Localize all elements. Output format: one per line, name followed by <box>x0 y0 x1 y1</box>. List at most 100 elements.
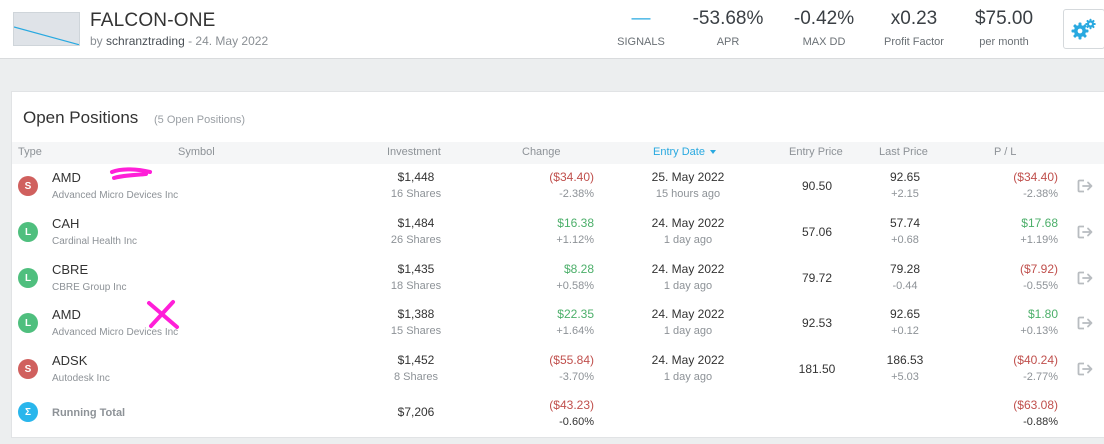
position-symbol[interactable]: ADSK <box>52 353 87 368</box>
stat-apr-value: -53.68% <box>692 8 764 29</box>
stat-signals-label: SIGNALS <box>617 36 665 48</box>
position-entry-ago: 15 hours ago <box>655 188 721 200</box>
close-position-icon[interactable] <box>1077 316 1095 330</box>
table-header: Type Symbol Investment Change Entry Date… <box>12 142 1104 164</box>
position-symbol[interactable]: AMD <box>52 170 81 185</box>
col-last-price[interactable]: Last Price <box>879 146 928 158</box>
position-pl: $17.68 <box>1021 216 1058 230</box>
position-company: Advanced Micro Devices Inc <box>52 190 179 201</box>
strategy-header: FALCON-ONE by schranztrading - 24. May 2… <box>0 0 1104 59</box>
position-last-price: 186.53 <box>886 353 924 367</box>
byline: by schranztrading - 24. May 2022 <box>90 34 268 48</box>
position-entry-ago: 1 day ago <box>663 325 713 337</box>
position-entry-price: 79.72 <box>801 271 833 285</box>
stat-max-dd: -0.42% MAX DD <box>786 8 862 48</box>
position-change-pct: +1.64% <box>556 325 594 337</box>
position-change: ($55.84) <box>549 353 594 367</box>
position-row[interactable]: L AMD Advanced Micro Devices Inc $1,388 15 S… <box>12 307 1104 353</box>
position-company: Cardinal Health Inc <box>52 236 138 247</box>
position-company: Advanced Micro Devices Inc <box>52 327 179 338</box>
stat-max-dd-label: MAX DD <box>802 36 846 48</box>
settings-button[interactable] <box>1063 9 1104 49</box>
col-type[interactable]: Type <box>18 146 42 158</box>
position-pl-pct: -0.55% <box>1023 280 1058 292</box>
position-entry-date: 24. May 2022 <box>651 307 725 321</box>
stat-profit-factor-value: x0.23 <box>890 8 938 29</box>
col-investment[interactable]: Investment <box>387 146 441 158</box>
position-last-price: 92.65 <box>889 307 921 321</box>
position-entry-ago: 1 day ago <box>663 371 713 383</box>
close-position-icon[interactable] <box>1077 179 1095 193</box>
position-entry-ago: 1 day ago <box>663 234 713 246</box>
close-position-icon[interactable] <box>1077 362 1095 376</box>
col-entry-price[interactable]: Entry Price <box>789 146 843 158</box>
panel-title: Open Positions <box>23 108 139 127</box>
position-type-badge: L <box>18 222 38 242</box>
position-last-price: 57.74 <box>889 216 921 230</box>
position-shares: 26 Shares <box>390 234 442 246</box>
col-entry-date-label: Entry Date <box>653 146 705 158</box>
position-investment: $1,448 <box>397 170 435 184</box>
position-investment: $1,388 <box>397 307 435 321</box>
position-last-delta: +0.12 <box>891 325 919 337</box>
position-pl: ($40.24) <box>1013 353 1058 367</box>
position-pl: $1.80 <box>1027 307 1058 321</box>
position-pl: ($34.40) <box>1013 170 1058 184</box>
position-entry-price: 57.06 <box>801 225 833 239</box>
position-entry-date: 24. May 2022 <box>651 353 725 367</box>
position-type-badge: L <box>18 313 38 333</box>
position-entry-date: 24. May 2022 <box>651 216 725 230</box>
position-change-pct: -3.70% <box>559 371 594 383</box>
position-type-badge: L <box>18 268 38 288</box>
position-entry-ago: 1 day ago <box>663 280 713 292</box>
position-last-price: 79.28 <box>889 262 921 276</box>
stat-max-dd-value: -0.42% <box>793 8 855 29</box>
position-symbol[interactable]: CBRE <box>52 262 88 277</box>
gears-icon <box>1071 18 1096 40</box>
position-symbol[interactable]: AMD <box>52 307 81 322</box>
position-pl-pct: -2.77% <box>1023 371 1058 383</box>
col-entry-date[interactable]: Entry Date <box>653 146 717 158</box>
position-investment: $1,435 <box>397 262 435 276</box>
position-pl-pct: +0.13% <box>1020 325 1058 337</box>
stat-price: $75.00 per month <box>966 8 1042 48</box>
position-change-pct: +1.12% <box>556 234 594 246</box>
close-position-icon[interactable] <box>1077 271 1095 285</box>
col-change[interactable]: Change <box>522 146 561 158</box>
strategy-title: FALCON-ONE <box>90 10 216 31</box>
stat-price-label: per month <box>979 36 1029 48</box>
position-type-badge: S <box>18 176 38 196</box>
position-row[interactable]: S ADSK Autodesk Inc $1,452 8 Shares ($55.84) -… <box>12 353 1104 399</box>
col-pl[interactable]: P / L <box>994 146 1016 158</box>
position-pl-pct: +1.19% <box>1020 234 1058 246</box>
by-prefix: by <box>90 34 103 48</box>
position-row[interactable]: L CBRE CBRE Group Inc $1,435 18 Shares $8.28 +… <box>12 262 1104 308</box>
position-row[interactable]: L CAH Cardinal Health Inc $1,484 26 Shares $1… <box>12 216 1104 262</box>
position-change: $22.35 <box>557 307 594 321</box>
position-entry-price: 92.53 <box>801 316 833 330</box>
sort-desc-icon <box>710 150 717 155</box>
stat-signals-value: — <box>631 8 651 29</box>
total-change: ($43.23) <box>549 398 594 412</box>
position-last-delta: +2.15 <box>891 188 919 200</box>
position-investment: $1,484 <box>397 216 435 230</box>
author-link[interactable]: schranztrading <box>106 34 185 48</box>
running-total-label: Running Total <box>52 407 126 419</box>
col-symbol[interactable]: Symbol <box>178 146 215 158</box>
total-pl: ($63.08) <box>1013 398 1058 412</box>
position-entry-date: 24. May 2022 <box>651 262 725 276</box>
position-row[interactable]: S AMD Advanced Micro Devices Inc $1,448 16 S… <box>12 170 1104 216</box>
close-position-icon[interactable] <box>1077 225 1095 239</box>
position-change-pct: -2.38% <box>559 188 594 200</box>
position-change: $16.38 <box>557 216 594 230</box>
stat-profit-factor-label: Profit Factor <box>884 36 944 48</box>
running-total-row: Σ Running Total $7,206 ($43.23) -0.60% (… <box>12 398 1104 444</box>
equity-thumbnail[interactable] <box>13 12 80 46</box>
position-last-delta: +5.03 <box>891 371 919 383</box>
publish-date: - 24. May 2022 <box>184 34 269 48</box>
position-change-pct: +0.58% <box>556 280 594 292</box>
position-symbol[interactable]: CAH <box>52 216 79 231</box>
position-shares: 8 Shares <box>393 371 439 383</box>
position-last-delta: -0.44 <box>892 280 918 292</box>
position-change: $8.28 <box>563 262 594 276</box>
